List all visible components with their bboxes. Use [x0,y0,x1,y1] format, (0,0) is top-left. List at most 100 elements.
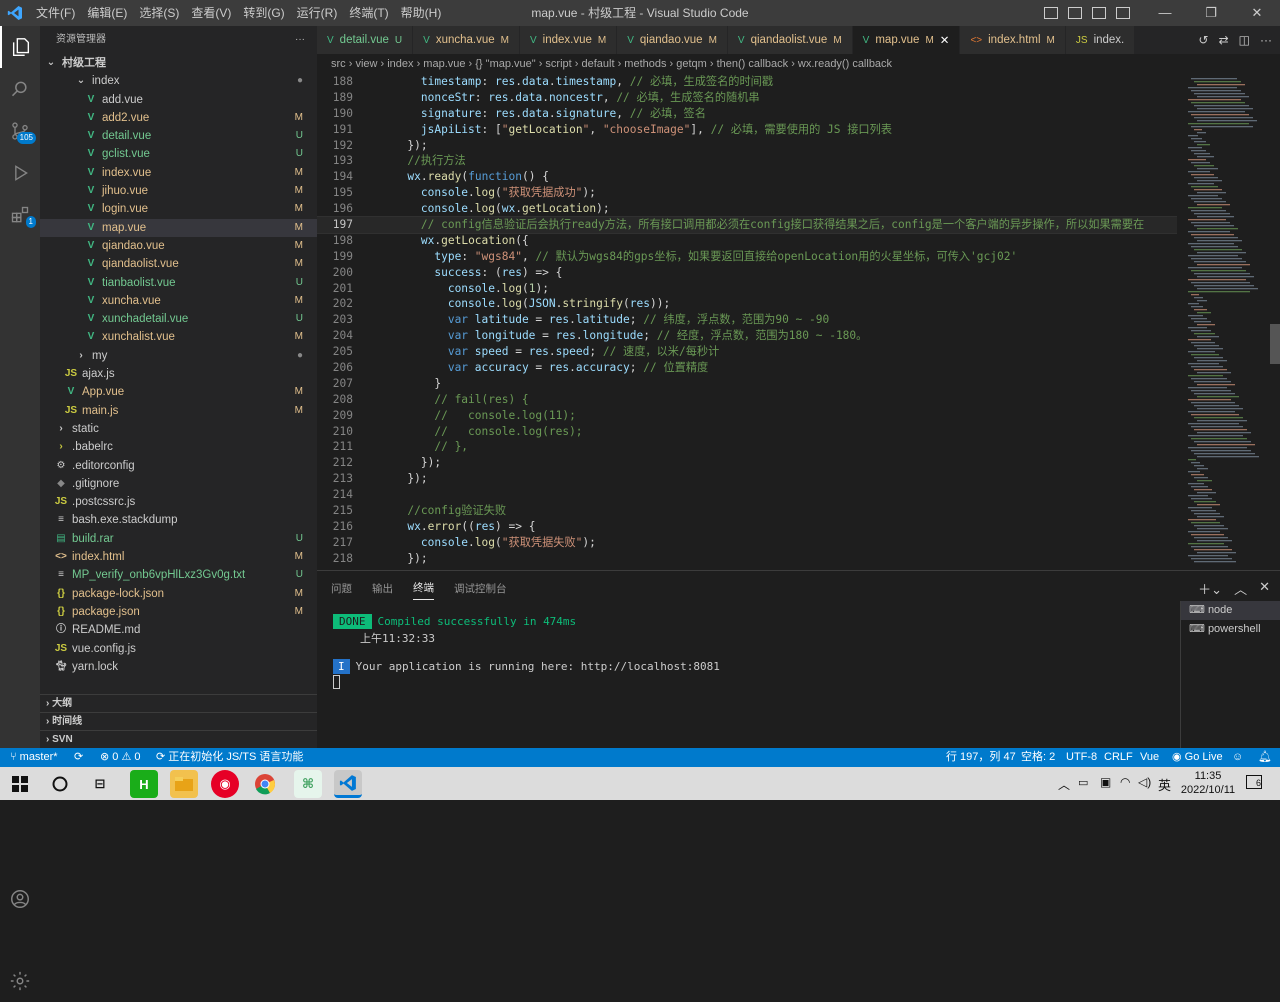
menu-item[interactable]: 查看(V) [185,0,237,26]
tab-xuncha-vue[interactable]: Vxuncha.vue M [413,26,520,54]
code-line[interactable]: 197 // config信息验证后会执行ready方法，所有接口调用都必须在c… [317,216,1177,234]
tab-index-vue[interactable]: Vindex.vue M [519,26,618,54]
tree-item[interactable]: Vgclist.vue U [40,145,317,163]
manage-gear-icon[interactable] [0,960,40,1002]
code-line[interactable]: 200 success: (res) => { [317,265,1177,281]
terminal-node[interactable]: ⌨ node [1181,601,1280,620]
tree-item[interactable]: Vindex.vue M [40,164,317,182]
new-terminal-icon[interactable]: ＋⌄ [1198,579,1222,598]
extensions-activity-icon[interactable]: 1 [0,194,40,236]
tree-item[interactable]: Vtianbaolist.vue U [40,274,317,292]
code-line[interactable]: 193 //执行方法 [317,153,1177,169]
tree-item[interactable]: JS ajax.js [40,365,317,383]
maximize-panel-icon[interactable]: ︿ [1234,579,1247,598]
outline-section[interactable]: › 大纲 [40,694,317,712]
source-control-activity-icon[interactable]: 105 [0,110,40,152]
code-line[interactable]: 195 console.log("获取凭据成功"); [317,185,1177,201]
code-line[interactable]: 196 console.log(wx.getLocation); [317,201,1177,217]
notifications-icon[interactable]: 🔔︎ [1258,748,1272,767]
tree-item[interactable]: {} package.json M [40,603,317,621]
code-line[interactable]: 216 wx.error((res) => { [317,519,1177,535]
panel-tab[interactable]: 终端 [413,580,434,600]
tree-item[interactable]: 🐈︎ yarn.lock [40,658,317,676]
restore-button[interactable]: ❐ [1188,0,1234,26]
code-line[interactable]: 217 console.log("获取凭据失败"); [317,535,1177,551]
panel-tab[interactable]: 输出 [372,581,393,596]
hbuilder-icon[interactable]: H [130,770,158,798]
code-line[interactable]: 214 [317,487,1177,503]
tree-item[interactable]: › my ● [40,347,317,365]
golive-button[interactable]: ◉ Go Live [1172,748,1223,767]
search-circle-icon[interactable] [46,770,74,798]
tab-qiandao-vue[interactable]: Vqiandao.vue M [617,26,728,54]
ime-indicator[interactable]: 英 [1158,775,1171,794]
netease-music-icon[interactable]: ◉ [211,770,239,798]
clock[interactable]: 11:35 2022/10/11 [1178,769,1238,797]
sync-icon[interactable]: ⟳ [74,748,83,767]
tree-item[interactable]: Vjihuo.vue M [40,182,317,200]
code-line[interactable]: 212 }); [317,455,1177,471]
eol-status[interactable]: CRLF [1104,748,1133,767]
tree-item[interactable]: Vlogin.vue M [40,200,317,218]
battery-icon[interactable]: ▭ [1078,776,1088,789]
tree-item[interactable]: JS main.js M [40,402,317,420]
tree-item[interactable]: Vxuncha.vue M [40,292,317,310]
language-status[interactable]: Vue [1140,748,1159,767]
wifi-icon[interactable]: ◠ [1120,775,1130,789]
branch-status[interactable]: ⑂ master* [10,748,58,767]
file-explorer-icon[interactable] [170,770,198,798]
code-line[interactable]: 213 }); [317,471,1177,487]
customize-layout-icon[interactable] [1116,7,1130,19]
explorer-activity-icon[interactable] [0,26,40,68]
code-editor[interactable]: 188 timestamp: res.data.timestamp, // 必填… [317,74,1177,570]
minimize-button[interactable]: — [1142,0,1188,26]
panel-tab[interactable]: 调试控制台 [454,581,507,596]
cursor-position[interactable]: 行 197，列 47 [946,748,1016,767]
wechat-devtools-icon[interactable]: ⌘ [294,770,322,798]
action-center-icon[interactable]: 6 [1246,775,1262,789]
explorer-more-button[interactable]: ··· [295,26,305,54]
tree-item[interactable]: Vadd2.vue M [40,109,317,127]
tree-item[interactable]: ≡ bash.exe.stackdump [40,511,317,529]
tree-item[interactable]: Vmap.vue M [40,218,317,237]
account-icon[interactable] [0,878,40,920]
menu-item[interactable]: 运行(R) [291,0,344,26]
code-line[interactable]: 204 var longitude = res.longitude; // 经度… [317,328,1177,344]
close-window-button[interactable]: ✕ [1234,0,1280,26]
split-editor-icon[interactable]: ◫ [1239,33,1250,47]
menu-item[interactable]: 转到(G) [237,0,290,26]
menu-item[interactable]: 终端(T) [343,0,394,26]
tree-item[interactable]: V App.vue M [40,383,317,401]
code-line[interactable]: 210 // console.log(res); [317,424,1177,440]
tree-item[interactable]: Vadd.vue [40,91,317,109]
terminal-output[interactable]: DONE Compiled successfully in 474ms 上午11:… [333,614,720,689]
problems-status[interactable]: ⊗ 0 ⚠ 0 [100,748,141,767]
tree-item[interactable]: ≡ MP_verify_onb6vpHlLxz3Gv0g.txt U [40,566,317,584]
chrome-icon[interactable] [251,770,279,798]
tree-item[interactable]: › static [40,420,317,438]
tree-item[interactable]: JS vue.config.js [40,640,317,658]
run-debug-activity-icon[interactable] [0,152,40,194]
timeline-icon[interactable]: ↺ [1199,33,1209,47]
tab-index-html[interactable]: <> index.html M [960,26,1066,54]
code-line[interactable]: 194 wx.ready(function() { [317,169,1177,185]
code-line[interactable]: 202 console.log(JSON.stringify(res)); [317,296,1177,312]
tree-item[interactable]: ⓘ README.md [40,621,317,639]
editor-scrollbar-thumb[interactable] [1270,324,1280,364]
tree-item[interactable]: › .babelrc [40,438,317,456]
git-compare-icon[interactable]: ⇄ [1219,33,1229,47]
menu-item[interactable]: 文件(F) [30,0,81,26]
close-tab-icon[interactable]: ✕ [940,33,950,47]
volume-icon[interactable]: ◁) [1138,775,1151,789]
timeline-section[interactable]: › 时间线 [40,712,317,730]
task-view-icon[interactable]: ⊟ [86,770,114,798]
code-line[interactable]: 192 }); [317,138,1177,154]
tree-item[interactable]: ▤ build.rar U [40,530,317,548]
windows-start-icon[interactable] [6,770,34,798]
tray-chevron-icon[interactable]: ︿ [1058,776,1070,793]
encoding-status[interactable]: UTF-8 [1066,748,1097,767]
menu-item[interactable]: 帮助(H) [395,0,448,26]
svn-section[interactable]: › SVN [40,730,317,748]
indent-status[interactable]: 空格: 2 [1021,748,1055,767]
code-line[interactable]: 188 timestamp: res.data.timestamp, // 必填… [317,74,1177,90]
